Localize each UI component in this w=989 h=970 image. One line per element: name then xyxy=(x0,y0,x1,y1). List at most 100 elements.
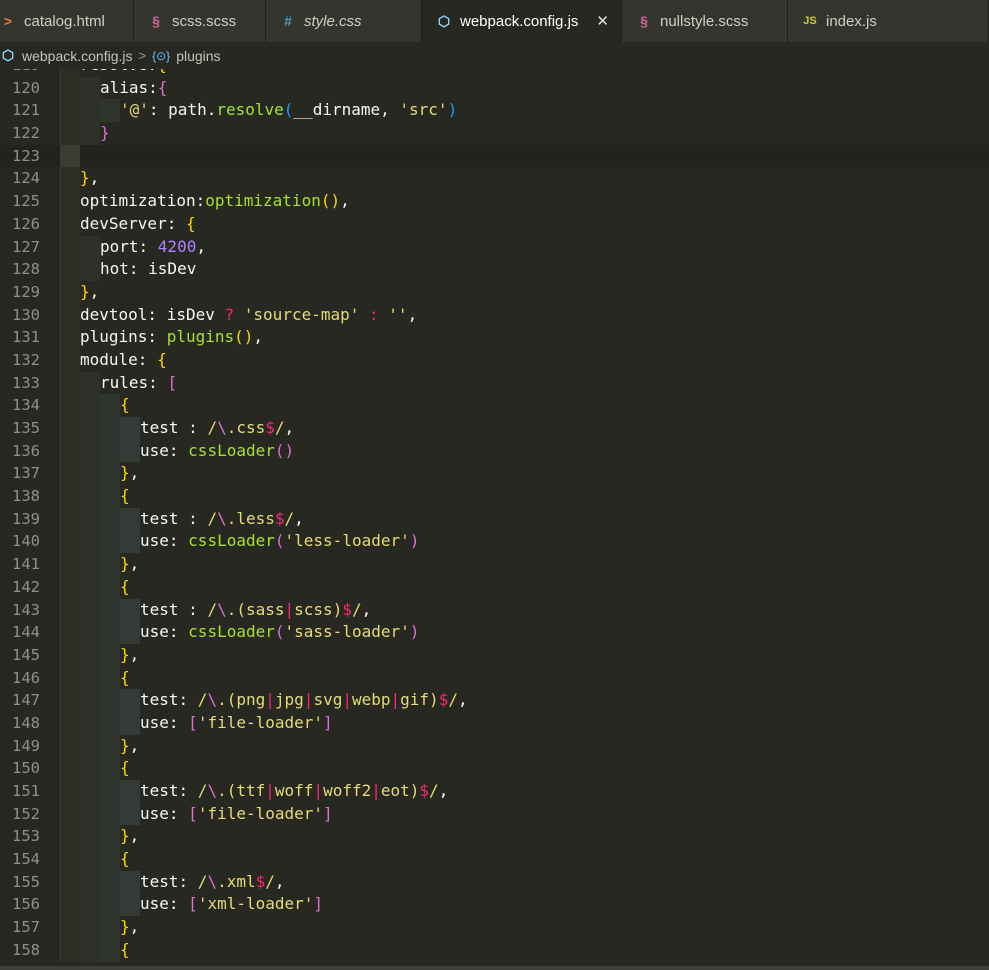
code-token: ] xyxy=(313,894,324,914)
indent-guide xyxy=(60,575,80,599)
code-line[interactable]: 154 { xyxy=(0,848,989,871)
code-line[interactable]: 140 use: cssLoader('less-loader') xyxy=(0,530,989,554)
breadcrumb-symbol[interactable]: plugins xyxy=(176,48,220,64)
indent-guide xyxy=(60,711,80,735)
code-line[interactable]: 156 use: ['xml-loader'] xyxy=(0,893,989,917)
code-line[interactable]: 120 alias:{ xyxy=(0,76,989,100)
code-line[interactable]: 141}, xyxy=(0,553,989,576)
code-token: { xyxy=(120,758,130,778)
code-token: | xyxy=(265,690,275,710)
line-number: 136 xyxy=(12,441,40,460)
line-number: 122 xyxy=(12,124,40,143)
code-line[interactable]: 126 devServer: { xyxy=(0,212,989,236)
indent-guide xyxy=(100,893,120,917)
code-line[interactable]: 151 test: /\.(ttf|woff|woff2|eot)$/, xyxy=(0,780,989,803)
code-line[interactable]: 138 { xyxy=(0,485,989,508)
line-number: 120 xyxy=(12,78,40,97)
indent-guide xyxy=(120,530,140,554)
code-line[interactable]: 123 xyxy=(0,144,989,168)
code-line[interactable]: 136 use: cssLoader() xyxy=(0,439,989,463)
code-token: cssLoader xyxy=(188,622,275,642)
line-number: 142 xyxy=(12,577,40,596)
code-line[interactable]: 143 test : /\.(sass|scss)$/, xyxy=(0,598,989,622)
code-line[interactable]: 122} xyxy=(0,122,989,145)
line-number: 130 xyxy=(12,305,40,324)
code-token: / xyxy=(197,871,208,891)
code-text: } xyxy=(100,122,110,145)
code-line[interactable]: 119 resolve:{ xyxy=(0,69,989,77)
code-line[interactable]: 147 test: /\.(png|jpg|svg|webp|gif)$/, xyxy=(0,689,989,712)
code-line[interactable]: 139 test : /\.less$/, xyxy=(0,507,989,531)
code-text: test : /\.css$/, xyxy=(140,417,294,440)
code-token: devServer: xyxy=(80,213,186,233)
tab-label: index.js xyxy=(826,12,877,30)
code-token: { xyxy=(157,77,168,97)
tab-scss-scss[interactable]: § scss.scss xyxy=(134,0,266,42)
code-line[interactable]: 144 use: cssLoader('sass-loader') xyxy=(0,621,989,644)
code-line[interactable]: 150 { xyxy=(0,757,989,780)
code-line[interactable]: 146 { xyxy=(0,666,989,690)
code-token: use: xyxy=(140,803,189,823)
tab-webpack-config-js[interactable]: ⬡ webpack.config.js ✕ xyxy=(422,0,622,42)
code-line[interactable]: 127 port: 4200, xyxy=(0,235,989,259)
code-token: | xyxy=(371,781,381,800)
code-line[interactable]: 157}, xyxy=(0,916,989,939)
code-line[interactable]: 130 devtool: isDev ? 'source-map' : '', xyxy=(0,303,989,327)
code-token: woff xyxy=(274,781,314,800)
indent-guide xyxy=(80,848,100,871)
code-token: , xyxy=(129,826,140,846)
indent-guide xyxy=(60,76,80,100)
code-editor[interactable]: 119resolve:{120alias:{121'@': path.resol… xyxy=(0,69,989,966)
code-line[interactable]: 152 use: ['file-loader'] xyxy=(0,802,989,826)
indent-guide xyxy=(60,122,80,145)
code-line[interactable]: 128 hot: isDev xyxy=(0,258,989,281)
code-line[interactable]: 132 module: { xyxy=(0,348,989,372)
code-line[interactable]: 145}, xyxy=(0,643,989,667)
line-number: 135 xyxy=(12,419,40,437)
tab-nullstyle-scss[interactable]: § nullstyle.scss xyxy=(622,0,788,42)
tab-index-js[interactable]: JS index.js xyxy=(788,0,989,42)
code-line[interactable]: 153}, xyxy=(0,825,989,849)
indent-guide xyxy=(120,621,140,644)
line-number: 145 xyxy=(12,645,40,664)
indent-guide xyxy=(60,507,80,531)
code-line[interactable]: 158 { xyxy=(0,938,989,962)
indent-guide xyxy=(60,485,80,508)
indent-guide xyxy=(100,689,120,712)
line-number: 156 xyxy=(12,895,40,914)
line-number: 139 xyxy=(12,509,40,528)
code-line[interactable]: 134 { xyxy=(0,394,989,417)
code-line[interactable]: 131 plugins: plugins(), xyxy=(0,326,989,349)
horizontal-scrollbar[interactable] xyxy=(0,966,989,970)
webpack-file-icon: ⬡ xyxy=(1,47,15,63)
code-line[interactable]: 148 use: ['file-loader'] xyxy=(0,711,989,735)
code-line[interactable]: 129}, xyxy=(0,280,989,304)
line-number: 126 xyxy=(12,214,40,233)
code-line[interactable]: 155 test: /\.xml$/, xyxy=(0,870,989,894)
code-line[interactable]: 124}, xyxy=(0,167,989,191)
indent-guide xyxy=(60,780,80,803)
tab-catalog-html[interactable]: > catalog.html xyxy=(0,0,134,42)
line-number: 153 xyxy=(12,827,40,846)
code-line[interactable]: 125 optimization:optimization(), xyxy=(0,190,989,213)
tab-style-css[interactable]: # style.css xyxy=(266,0,422,42)
line-number: 124 xyxy=(12,169,40,188)
code-token: { xyxy=(120,486,130,506)
code-line[interactable]: 133 rules: [ xyxy=(0,371,989,395)
code-token: optimization xyxy=(205,191,321,211)
code-line[interactable]: 135 test : /\.css$/, xyxy=(0,417,989,440)
indent-guide xyxy=(120,439,140,463)
code-token: use: xyxy=(140,894,189,914)
code-token: , xyxy=(340,191,350,211)
code-token: scss) xyxy=(294,599,343,619)
breadcrumb-file[interactable]: webpack.config.js xyxy=(22,48,133,64)
code-line[interactable]: 142 { xyxy=(0,575,989,599)
indent-guide xyxy=(60,802,80,826)
close-icon[interactable]: ✕ xyxy=(596,12,609,30)
code-line[interactable]: 149}, xyxy=(0,734,989,758)
code-line[interactable]: 121 '@': path.resolve(__dirname, 'src') xyxy=(0,99,989,123)
code-line[interactable]: 137}, xyxy=(0,462,989,486)
tab-label: scss.scss xyxy=(172,12,237,30)
